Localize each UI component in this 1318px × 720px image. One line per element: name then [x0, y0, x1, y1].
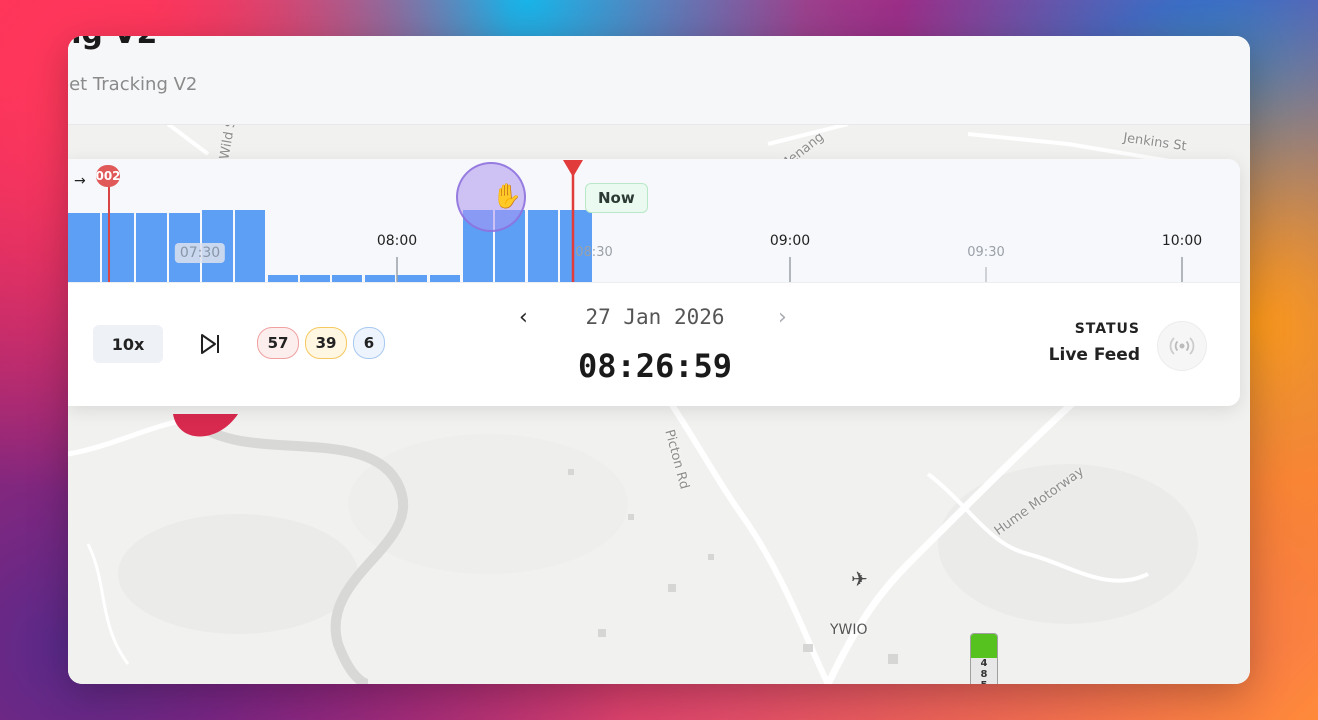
page-title: ng V2	[68, 36, 157, 51]
timeline-bar	[268, 275, 298, 282]
playhead-handle	[563, 160, 583, 177]
playback-speed-button[interactable]: 10x	[93, 325, 163, 363]
timeline-bar	[430, 275, 460, 282]
playback-panel: → 002 07:30 08:00 08:30 09:00 09:30 10:0…	[68, 159, 1240, 406]
app-window: ng V2 eet Tracking V2 ✈	[68, 36, 1250, 684]
tick-label: 07:30	[174, 243, 226, 263]
count-badge-red[interactable]: 57	[257, 327, 299, 359]
vehicle-id-digit: 8	[980, 669, 988, 680]
previous-day-button[interactable]: ‹	[519, 305, 528, 330]
timeline-bar	[136, 213, 167, 282]
page-subtitle: eet Tracking V2	[68, 74, 198, 95]
next-day-button[interactable]: ›	[778, 305, 787, 330]
timeline-bar	[68, 213, 100, 282]
status-label: STATUS	[1074, 321, 1140, 337]
live-feed-button[interactable]	[1157, 321, 1207, 371]
page-header: ng V2 eet Tracking V2	[68, 36, 1250, 125]
tick-label: 08:00	[376, 233, 418, 249]
timeline-bar	[102, 213, 134, 282]
skip-forward-icon	[201, 334, 219, 354]
map-label-airport: YWIO	[830, 622, 868, 638]
arrow-right-icon: →	[74, 173, 86, 189]
tick-label: 10:00	[1161, 233, 1203, 249]
timeline-bar	[365, 275, 395, 282]
timeline-bar	[332, 275, 362, 282]
count-badge-amber[interactable]: 39	[305, 327, 347, 359]
timeline-bar	[397, 275, 427, 282]
current-date: 27 Jan 2026	[585, 305, 725, 329]
timeline-bar	[528, 210, 558, 282]
airplane-icon: ✈	[851, 567, 868, 591]
timeline-bar	[300, 275, 330, 282]
tick-label: 09:00	[769, 233, 811, 249]
skip-to-end-button[interactable]	[195, 329, 225, 359]
vehicle-status-color	[971, 634, 997, 658]
vehicle-id-digit: 4	[980, 658, 988, 669]
current-time: 08:26:59	[577, 347, 733, 385]
grab-hand-icon: ✋	[492, 182, 522, 210]
vehicle-marker[interactable]: 4 8 5	[970, 633, 998, 684]
count-badge-blue[interactable]: 6	[353, 327, 385, 359]
timeline-scrubber[interactable]: → 002 07:30 08:00 08:30 09:00 09:30 10:0…	[68, 159, 1240, 283]
broadcast-icon	[1169, 337, 1195, 355]
vehicle-id-digit: 5	[971, 680, 997, 684]
now-badge[interactable]: Now	[585, 183, 648, 213]
timeline-bars	[68, 160, 1183, 282]
tick-label: 09:30	[967, 245, 1005, 260]
status-value: Live Feed	[1048, 345, 1140, 365]
timeline-bar	[235, 210, 265, 282]
tick-label: 08:30	[575, 245, 613, 260]
event-marker-badge[interactable]: 002	[95, 165, 121, 187]
